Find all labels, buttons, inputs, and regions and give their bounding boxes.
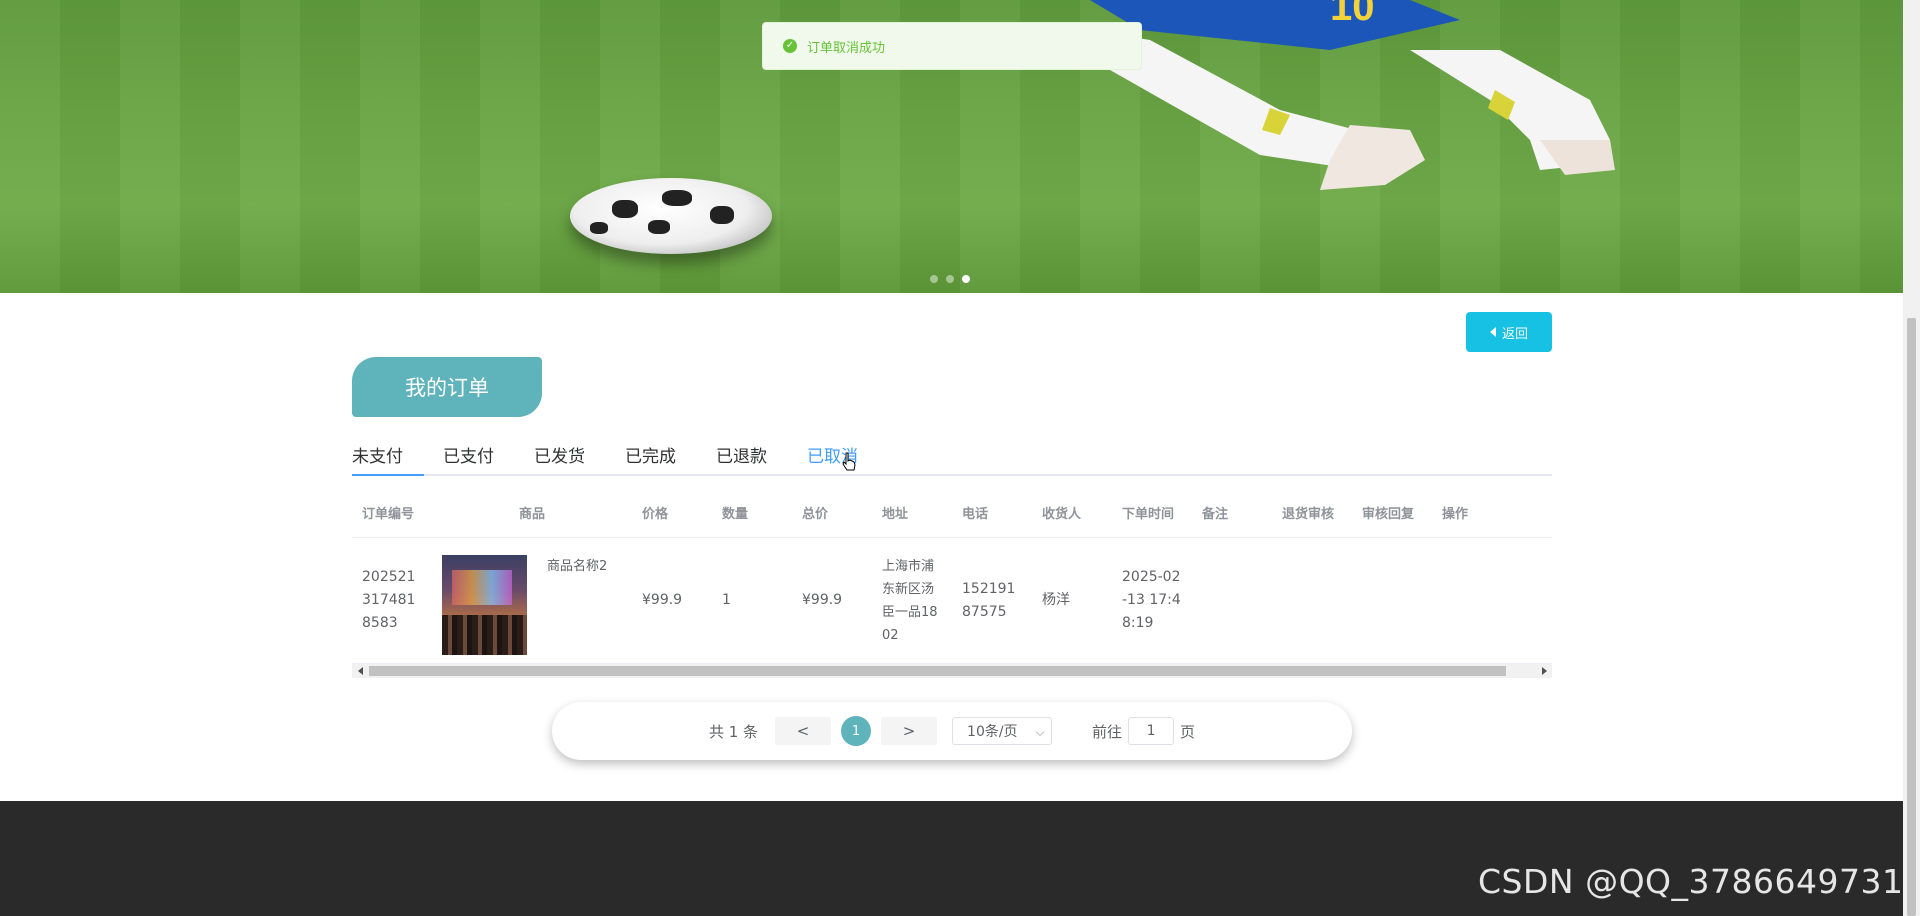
success-toast: ✓ 订单取消成功 (762, 22, 1142, 70)
page-vertical-scrollbar[interactable] (1903, 0, 1920, 916)
col-receiver: 收货人 (1042, 507, 1082, 522)
tab-completed[interactable]: 已完成 (625, 440, 676, 474)
cell-address: 上海市浦东新区汤臣一品1802 (882, 558, 938, 643)
goto-page-input[interactable]: 1 (1128, 717, 1175, 745)
col-address: 地址 (882, 507, 909, 522)
tab-unpaid[interactable]: 未支付 (352, 440, 424, 476)
scrollbar-thumb[interactable] (369, 666, 1506, 676)
col-product: 商品 (518, 507, 545, 522)
cell-order-time: 2025-02-13 17:48:19 (1122, 569, 1181, 631)
next-page-button[interactable]: > (881, 717, 938, 745)
chevron-down-icon (1035, 727, 1045, 737)
hand-pointer-icon (842, 452, 856, 471)
cell-quantity: 1 (722, 592, 731, 608)
back-button[interactable]: 返回 (1466, 312, 1552, 352)
table-row: 202521317481 8583 商品名称2 ¥99.9 1 ¥99.9 上海… (352, 538, 1552, 664)
col-price: 价格 (642, 507, 669, 522)
cell-phone: 15219187575 (962, 580, 1016, 620)
soccer-ball-image (570, 178, 772, 254)
back-button-label: 返回 (1501, 326, 1528, 342)
check-circle-icon: ✓ (783, 39, 797, 53)
product-name: 商品名称2 (547, 558, 608, 574)
page-size-value: 10条/页 (967, 724, 1018, 740)
pagination-total: 共 1 条 (708, 722, 759, 741)
col-phone: 电话 (962, 507, 989, 522)
table-header: 订单编号 商品 价格 数量 总价 地址 电话 收货人 下单时间 备注 退货审核 … (352, 492, 1552, 538)
tab-paid[interactable]: 已支付 (443, 440, 494, 474)
page-jumper: 前往 1 页 (1092, 717, 1195, 745)
col-actions: 操作 (1442, 507, 1469, 522)
cell-price: ¥99.9 (642, 592, 683, 608)
col-remark: 备注 (1202, 507, 1229, 522)
tab-refunded[interactable]: 已退款 (716, 440, 767, 474)
scroll-left-button[interactable] (352, 664, 368, 678)
tab-shipped[interactable]: 已发货 (534, 440, 585, 474)
pagination: 共 1 条 < 1 > 10条/页 前往 1 页 (552, 702, 1352, 760)
triangle-right-icon (1541, 667, 1547, 675)
carousel-dot-3[interactable] (962, 275, 970, 283)
col-quantity: 数量 (722, 507, 749, 522)
scroll-right-button[interactable] (1536, 664, 1552, 678)
caret-left-icon (1489, 327, 1496, 337)
svg-text:10: 10 (1330, 0, 1375, 29)
page-number-current[interactable]: 1 (841, 716, 872, 746)
carousel-indicators[interactable] (930, 275, 970, 283)
goto-prefix: 前往 (1092, 722, 1123, 741)
cell-order-no: 202521317481 8583 (362, 569, 416, 631)
col-review-reply: 审核回复 (1362, 507, 1415, 522)
triangle-left-icon (357, 667, 363, 675)
carousel-dot-2[interactable] (946, 275, 954, 283)
col-return-review: 退货审核 (1282, 507, 1335, 522)
cell-receiver: 杨洋 (1042, 592, 1070, 608)
carousel-dot-1[interactable] (930, 275, 938, 283)
page-title: 我的订单 (352, 357, 542, 417)
goto-suffix: 页 (1180, 722, 1196, 741)
orders-table: 订单编号 商品 价格 数量 总价 地址 电话 收货人 下单时间 备注 退货审核 … (352, 492, 1552, 664)
product-thumbnail[interactable] (442, 554, 527, 655)
col-total: 总价 (802, 507, 829, 522)
page-scrollbar-thumb[interactable] (1907, 318, 1916, 916)
col-order-time: 下单时间 (1122, 507, 1175, 522)
page-size-select[interactable]: 10条/页 (952, 717, 1053, 745)
toast-message: 订单取消成功 (807, 40, 886, 56)
prev-page-button[interactable]: < (775, 717, 832, 745)
table-horizontal-scrollbar[interactable] (352, 664, 1552, 678)
cell-product: 商品名称2 (432, 551, 632, 655)
col-order-no: 订单编号 (362, 507, 415, 522)
cell-total: ¥99.9 (802, 592, 843, 608)
watermark: CSDN @QQ_3786649731 (1478, 862, 1904, 901)
order-status-tabs: 未支付 已支付 已发货 已完成 已退款 已取消 (352, 440, 1552, 476)
